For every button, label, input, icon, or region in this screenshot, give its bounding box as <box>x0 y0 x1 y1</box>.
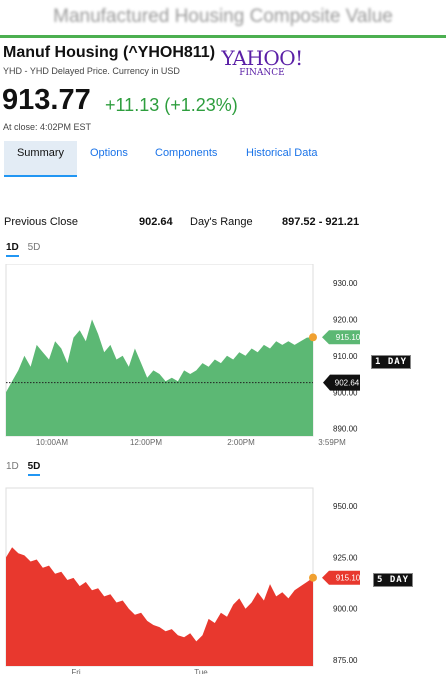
chart2-current-marker <box>309 573 317 582</box>
chart2-y-tick-label: 900.00 <box>333 605 358 614</box>
yahoo-finance-logo[interactable]: YAHOO! FINANCE <box>220 48 304 78</box>
range-1d-option[interactable]: 1D <box>6 461 19 472</box>
days-range-label: Day's Range <box>190 216 253 228</box>
quote-name: Manuf Housing (^YHOH811) <box>3 44 216 61</box>
previous-close-value: 902.64 <box>139 216 173 228</box>
range-toggle-1: 1D 5D <box>6 242 41 257</box>
chart1-x-tick-label: 10:00AM <box>36 438 68 447</box>
range-toggle-2: 1D 5D <box>6 461 41 476</box>
chart2-x-tick-label: Fri <box>71 668 81 674</box>
chart1-x-tick-label: 2:00PM <box>227 438 255 447</box>
chart1-y-tick-label: 930.00 <box>333 279 358 288</box>
chart1-y-tick-label: 890.00 <box>333 425 358 434</box>
chart1-previous-close-label: 902.64 <box>335 379 360 388</box>
badge-5-day: 5 DAY <box>372 573 414 587</box>
tab-historical-data[interactable]: Historical Data <box>246 141 318 175</box>
chart2-y-tick-label: 925.00 <box>333 553 358 562</box>
range-1d-option[interactable]: 1D <box>6 242 19 257</box>
page-title: Manufactured Housing Composite Value <box>53 6 393 27</box>
chart2-x-tick-label: Tue <box>194 668 208 674</box>
chart1-current-marker <box>309 333 317 342</box>
chart1-y-tick-label: 920.00 <box>333 315 358 324</box>
tab-components[interactable]: Components <box>155 141 217 175</box>
range-5d-option[interactable]: 5D <box>28 242 41 253</box>
chart2-y-tick-label: 875.00 <box>333 656 358 665</box>
range-5d-option[interactable]: 5D <box>27 461 41 476</box>
chart1-area-series <box>6 319 313 436</box>
chart1-x-tick-label: 3:59PM <box>318 438 346 447</box>
badge-1-day: 1 DAY <box>370 355 412 369</box>
chart2-current-price-label: 915.10 <box>336 574 361 583</box>
chart2-area-series <box>6 547 313 666</box>
previous-close-label: Previous Close <box>4 216 78 228</box>
chart1-y-tick-label: 910.00 <box>333 352 358 361</box>
chart1-current-price-label: 915.10 <box>336 333 361 342</box>
at-close-time: At close: 4:02PM EST <box>3 122 92 132</box>
price: 913.77 <box>2 84 91 116</box>
days-range-value: 897.52 - 921.21 <box>282 216 360 228</box>
quote-subtitle: YHD - YHD Delayed Price. Currency in USD <box>3 66 180 76</box>
logo-main-text: YAHOO! <box>221 46 303 70</box>
chart2-y-tick-label: 950.00 <box>333 502 358 511</box>
tab-summary[interactable]: Summary <box>4 141 77 177</box>
tab-options[interactable]: Options <box>90 141 128 175</box>
header-divider <box>0 35 446 38</box>
chart1-x-tick-label: 12:00PM <box>130 438 162 447</box>
price-change: +11.13 (+1.23%) <box>105 95 238 115</box>
